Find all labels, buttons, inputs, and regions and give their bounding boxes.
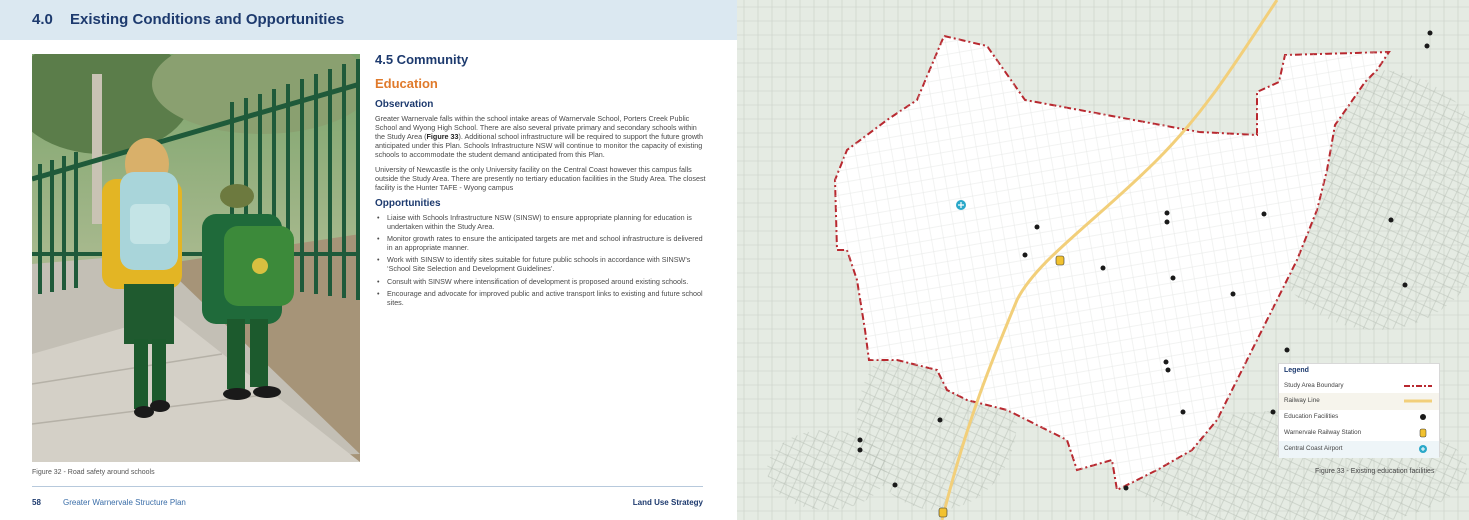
map-page: Legend Study Area Boundary Railway Line … (737, 0, 1469, 520)
school-icon (1165, 367, 1171, 373)
children-walking-photo (32, 54, 360, 462)
community-text-column: 4.5 Community Education Observation Grea… (375, 52, 707, 310)
school-icon (1424, 43, 1430, 49)
legend-label: Education Facilities (1284, 413, 1339, 420)
legend-label: Study Area Boundary (1284, 382, 1344, 389)
opportunity-item: Liaise with Schools Infrastructure NSW (… (375, 213, 707, 231)
community-heading: 4.5 Community (375, 52, 469, 67)
observation-heading: Observation (375, 99, 434, 110)
legend-item-railway: Railway Line (1279, 393, 1439, 410)
document-title: Greater Warnervale Structure Plan (63, 498, 186, 507)
school-icon (1420, 414, 1426, 420)
school-icon (892, 482, 898, 488)
education-heading: Education (375, 76, 438, 91)
school-icon (1261, 211, 1267, 217)
section-number: 4.0 (32, 11, 53, 28)
map-legend: Legend Study Area Boundary Railway Line … (1278, 363, 1440, 458)
train-icon (1055, 255, 1065, 266)
airport-icon (956, 200, 966, 210)
map-caption: Figure 33 - Existing education facilitie… (1315, 468, 1435, 475)
observation-paragraph-1: Greater Warnervale falls within the scho… (375, 114, 707, 159)
school-icon (1230, 291, 1236, 297)
school-icon (1270, 409, 1276, 415)
opportunity-item: Encourage and advocate for improved publ… (375, 289, 707, 307)
school-icon (1388, 217, 1394, 223)
train-icon (938, 507, 948, 518)
legend-item-station: Warnervale Railway Station (1279, 425, 1439, 442)
school-icon (1170, 275, 1176, 281)
school-icon (1100, 265, 1106, 271)
legend-item-airport: Central Coast Airport (1279, 441, 1439, 458)
opportunities-heading: Opportunities (375, 198, 441, 209)
left-page: 4.0 Existing Conditions and Opportunitie… (0, 0, 737, 520)
school-icon (937, 417, 943, 423)
school-icon (1284, 347, 1290, 353)
school-icon (1123, 485, 1129, 491)
legend-label: Railway Line (1284, 397, 1320, 404)
section-title: Existing Conditions and Opportunities (70, 11, 345, 28)
legend-title: Legend (1284, 367, 1309, 374)
school-icon (1402, 282, 1408, 288)
school-icon (1022, 252, 1028, 258)
opportunity-item: Work with SINSW to identify sites suitab… (375, 255, 707, 273)
chapter-title: Land Use Strategy (632, 498, 703, 507)
opportunity-item: Monitor growth rates to ensure the antic… (375, 234, 707, 252)
school-icon (857, 437, 863, 443)
school-icon (1164, 210, 1170, 216)
dash-line-icon (1404, 385, 1432, 387)
school-icon (1427, 30, 1433, 36)
footer-divider (32, 486, 703, 487)
figure-33-reference: Figure 33 (426, 132, 459, 141)
page-number: 58 (32, 498, 41, 507)
opportunities-list: Liaise with Schools Infrastructure NSW (… (375, 213, 707, 307)
photo-caption: Figure 32 - Road safety around schools (32, 469, 155, 476)
school-icon (857, 447, 863, 453)
school-icon (1180, 409, 1186, 415)
legend-item-education: Education Facilities (1279, 409, 1439, 426)
rail-line-icon (1404, 399, 1432, 403)
legend-label: Central Coast Airport (1284, 445, 1343, 452)
school-icon (1034, 224, 1040, 230)
train-icon (1419, 428, 1427, 438)
airport-icon (1419, 445, 1427, 453)
section-header-band: 4.0 Existing Conditions and Opportunitie… (0, 0, 737, 40)
opportunity-item: Consult with SINSW where intensification… (375, 277, 707, 286)
school-icon (1163, 359, 1169, 365)
school-icon (1164, 219, 1170, 225)
legend-label: Warnervale Railway Station (1284, 429, 1362, 436)
observation-paragraph-2: University of Newcastle is the only Univ… (375, 165, 706, 192)
